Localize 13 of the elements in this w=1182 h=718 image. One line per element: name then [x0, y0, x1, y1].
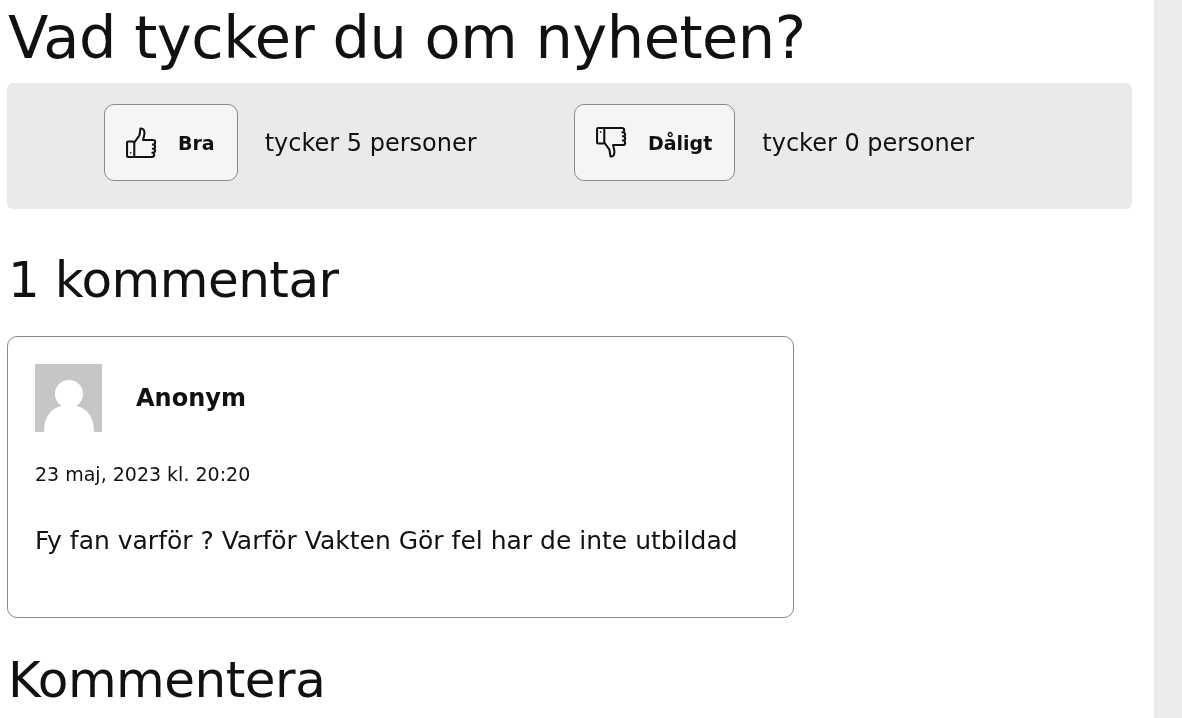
comments-heading: 1 kommentar: [7, 250, 340, 310]
thumbs-down-icon: [595, 126, 628, 159]
like-button[interactable]: Bra: [104, 104, 238, 181]
dislike-button[interactable]: Dåligt: [574, 104, 736, 181]
vote-count-text: tycker 5 personer: [264, 128, 477, 157]
comment-date: 23 maj, 2023 kl. 20:20: [35, 464, 252, 484]
vote-count-text: tycker 0 personer: [762, 128, 975, 157]
poll-question: Vad tycker du om nyheten?: [7, 2, 807, 74]
person-silhouette-icon: [35, 364, 102, 432]
comment-author: Anonym: [136, 384, 246, 412]
comment-text: Fy fan varför ? Varför Vakten Gör fel har de inte utbildad: [35, 525, 739, 557]
thumbs-up-icon: [125, 126, 158, 159]
comment-form-heading: Kommentera: [7, 650, 327, 710]
